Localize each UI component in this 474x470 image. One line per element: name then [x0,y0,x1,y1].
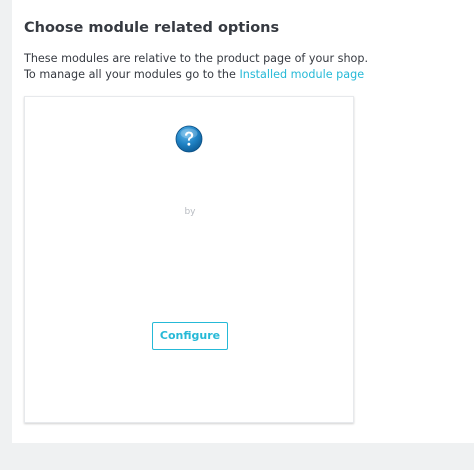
left-gutter [0,0,12,470]
section-description: These modules are relative to the produc… [24,52,369,65]
manage-modules-text: To manage all your modules go to the Ins… [24,68,364,81]
module-author-label: by [184,207,196,217]
question-mark-icon [175,125,203,153]
configure-button[interactable]: Configure [152,322,228,350]
module-card: by Configure [24,96,354,423]
module-options-panel: Choose module related options These modu… [12,0,474,443]
manage-modules-prefix: To manage all your modules go to the [24,68,240,81]
installed-module-page-link[interactable]: Installed module page [239,68,364,81]
section-title: Choose module related options [24,20,280,36]
